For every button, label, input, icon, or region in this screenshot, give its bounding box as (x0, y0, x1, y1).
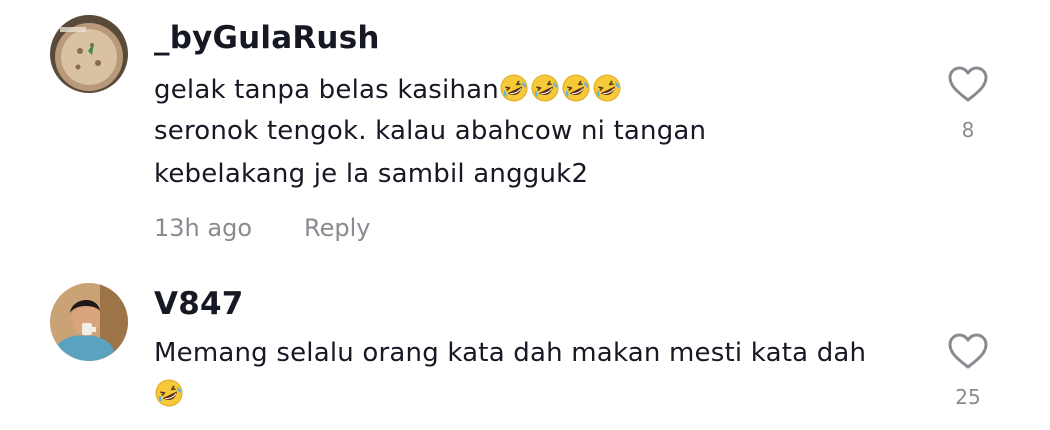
avatar[interactable] (50, 283, 128, 361)
laughing-emoji-icon (531, 74, 559, 102)
comment-text-line: seronok tengok. kalau abahcow ni tangan (154, 116, 707, 146)
timestamp: 13h ago (154, 214, 253, 242)
pizza-avatar-image (50, 15, 128, 93)
like-button[interactable] (946, 64, 990, 104)
comment-text: gelak tanpa belas kasihan (154, 75, 499, 105)
heart-icon (948, 333, 988, 369)
laughing-emoji-icon (500, 74, 528, 102)
emoji-group (154, 379, 185, 410)
like-count: 25 (955, 385, 981, 409)
laughing-emoji-icon (562, 74, 590, 102)
comment-text-line (154, 378, 185, 410)
comment-text-line: gelak tanpa belas kasihan (154, 73, 623, 105)
username[interactable]: V847 (154, 286, 244, 322)
comment-text-line: Memang selalu orang kata dah makan mesti… (154, 338, 867, 368)
like-button[interactable] (946, 331, 990, 371)
reply-button[interactable]: Reply (304, 214, 370, 242)
laughing-emoji-icon (155, 379, 183, 407)
emoji-group (499, 74, 623, 105)
avatar[interactable] (50, 15, 128, 93)
heart-icon (948, 66, 988, 102)
laughing-emoji-icon (593, 74, 621, 102)
comment-text-line: kebelakang je la sambil angguk2 (154, 159, 589, 189)
username[interactable]: _byGulaRush (154, 20, 380, 56)
person-avatar-image (50, 283, 128, 361)
like-count: 8 (961, 118, 975, 142)
